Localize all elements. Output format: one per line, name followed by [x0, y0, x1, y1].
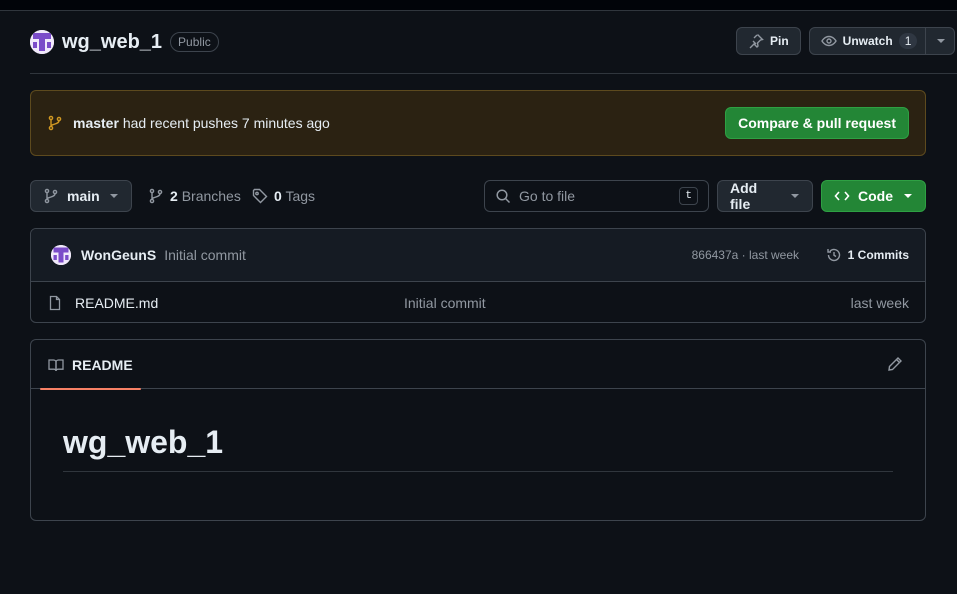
go-to-file-field[interactable]: t — [484, 180, 709, 212]
branches-label: Branches — [181, 188, 241, 204]
repo-actions: Pin Unwatch 1 — [736, 27, 956, 55]
unwatch-label: Unwatch — [842, 34, 893, 48]
git-branch-icon — [47, 115, 63, 131]
code-icon — [834, 188, 850, 204]
file-list: WonGeunS Initial commit 866437a · last w… — [30, 228, 926, 323]
pin-icon — [748, 33, 764, 49]
book-icon — [48, 357, 64, 373]
branch-select-button[interactable]: main — [30, 180, 132, 212]
tags-link[interactable]: 0 Tags — [252, 180, 315, 212]
commits-count: 1 Commits — [847, 248, 909, 262]
watch-count: 1 — [898, 33, 918, 49]
go-to-file-input[interactable] — [519, 188, 669, 204]
about-sidebar-clipped — [949, 0, 957, 594]
branches-count: 2 — [170, 188, 178, 204]
readme-header: README — [31, 340, 925, 390]
readme-panel: README wg_web_1 — [30, 339, 926, 521]
file-row[interactable]: README.md Initial commit last week — [31, 282, 925, 322]
banner-message: had recent pushes 7 minutes ago — [122, 115, 330, 131]
pin-button[interactable]: Pin — [736, 27, 801, 55]
header-divider — [30, 73, 957, 74]
unwatch-button[interactable]: Unwatch 1 — [808, 27, 956, 55]
owner-avatar[interactable] — [30, 30, 54, 54]
tags-count: 0 — [274, 188, 282, 204]
file-toolbar: main 2 Branches 0 Tags t Add file Code — [30, 180, 926, 212]
recent-push-banner: master had recent pushes 7 minutes ago C… — [30, 90, 926, 156]
banner-branch[interactable]: master — [73, 115, 119, 131]
chevron-down-icon — [903, 191, 913, 201]
commit-message[interactable]: Initial commit — [164, 247, 246, 263]
code-label: Code — [858, 188, 893, 204]
add-file-label: Add file — [730, 180, 758, 212]
pencil-icon[interactable] — [887, 356, 903, 372]
code-button[interactable]: Code — [821, 180, 926, 212]
tab-readme[interactable]: README — [40, 340, 141, 390]
pin-label: Pin — [770, 34, 789, 48]
readme-tab-label: README — [72, 356, 133, 373]
git-branch-icon — [148, 188, 164, 204]
file-icon — [47, 295, 63, 311]
chevron-down-icon — [790, 191, 800, 201]
heading-divider — [63, 471, 893, 472]
commit-meta[interactable]: 866437a · last week — [692, 248, 799, 262]
eye-icon — [820, 33, 837, 49]
commit-author[interactable]: WonGeunS — [81, 247, 156, 263]
file-name[interactable]: README.md — [75, 295, 158, 311]
add-file-button[interactable]: Add file — [717, 180, 813, 212]
readme-heading: wg_web_1 — [63, 424, 224, 460]
branches-link[interactable]: 2 Branches — [148, 180, 241, 212]
git-branch-icon — [43, 188, 59, 204]
history-icon — [826, 247, 842, 263]
keyboard-shortcut-hint: t — [679, 187, 698, 205]
author-avatar[interactable] — [51, 245, 71, 265]
commits-history-link[interactable]: 1 Commits — [826, 247, 909, 263]
divider — [925, 27, 927, 55]
visibility-badge: Public — [170, 32, 219, 52]
latest-commit-row: WonGeunS Initial commit 866437a · last w… — [31, 229, 925, 282]
file-commit-message[interactable]: Initial commit — [404, 295, 486, 311]
chevron-down-icon[interactable] — [936, 36, 946, 46]
tag-icon — [252, 188, 268, 204]
repo-header: wg_web_1 Public — [30, 29, 219, 55]
banner-text: master had recent pushes 7 minutes ago — [73, 115, 330, 131]
tags-label: Tags — [285, 188, 316, 204]
search-icon — [495, 188, 511, 204]
file-time: last week — [850, 294, 909, 311]
chevron-down-icon — [109, 191, 119, 201]
top-nav-strip — [0, 0, 957, 11]
compare-pull-request-button[interactable]: Compare & pull request — [725, 107, 909, 139]
branch-name: main — [67, 188, 100, 204]
repo-name[interactable]: wg_web_1 — [62, 31, 162, 54]
